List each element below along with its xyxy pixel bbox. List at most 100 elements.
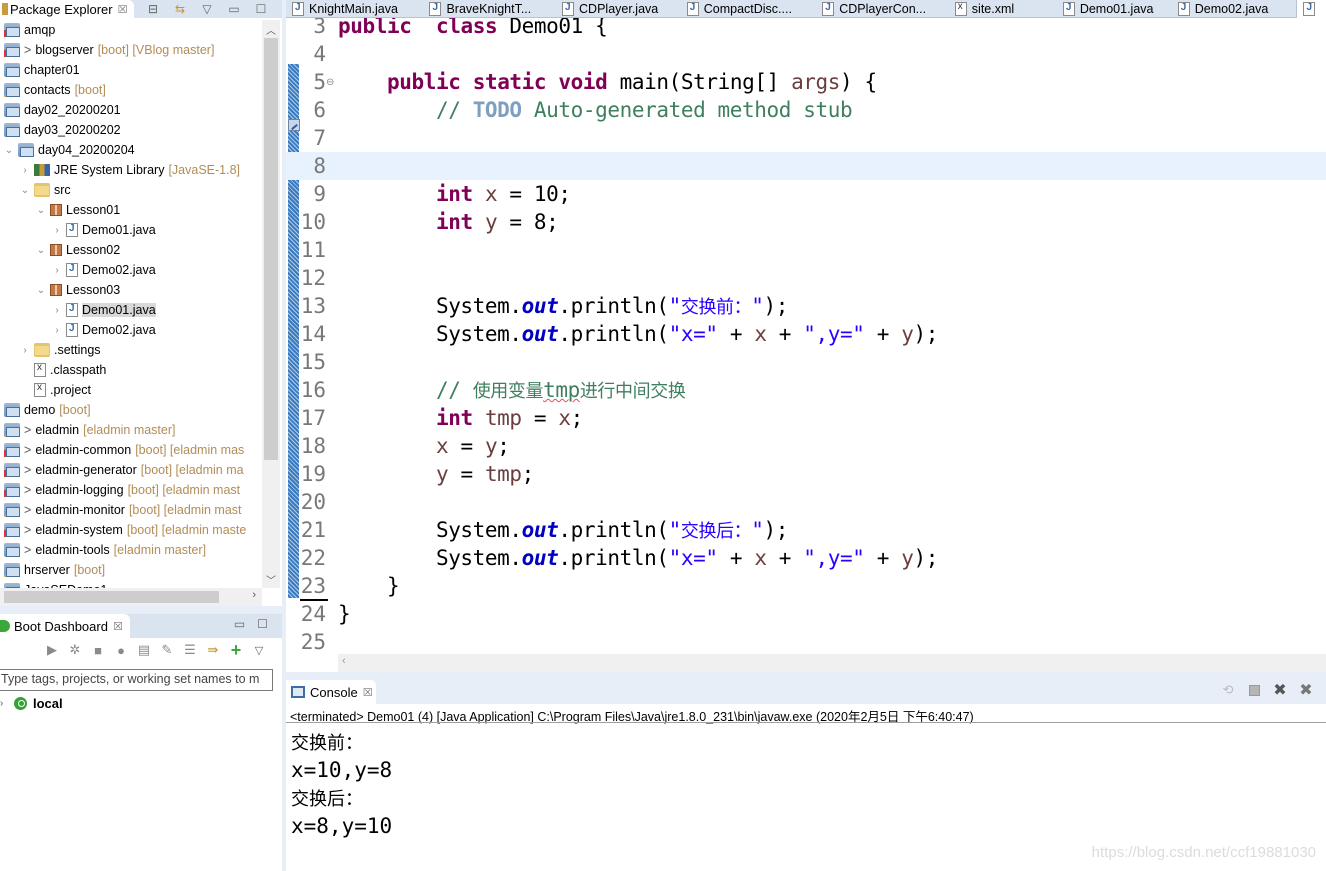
tree-item[interactable]: chapter01 — [4, 60, 80, 80]
tree-item[interactable]: ⌄ day04_20200204 — [4, 140, 135, 160]
chevron-right-icon[interactable]: › — [20, 345, 30, 356]
editor-tab[interactable]: CDPlayerCon... — [816, 0, 949, 18]
collapse-all-icon[interactable]: ⊟ — [146, 2, 160, 16]
editor-tab[interactable] — [1296, 0, 1326, 18]
tree-item[interactable]: contacts [boot] — [4, 80, 106, 100]
code-line[interactable]: 12 — [286, 264, 1326, 292]
editor-tab[interactable]: KnightMain.java — [286, 0, 423, 18]
tree-item[interactable]: ⌄ src — [20, 180, 71, 200]
tree-item[interactable]: ⌄ Lesson03 — [36, 280, 120, 300]
tree-item[interactable]: › Demo02.java — [52, 260, 156, 280]
tree-item[interactable]: demo [boot] — [4, 400, 91, 420]
tree-item[interactable]: > blogserver [boot] [VBlog master] — [4, 40, 214, 60]
editor-tab[interactable]: CompactDisc.... — [681, 0, 817, 18]
tree-item[interactable]: > eladmin-common [boot] [eladmin mas — [4, 440, 244, 460]
tree-item[interactable]: > eladmin-logging [boot] [eladmin mast — [4, 480, 240, 500]
tree-item[interactable]: > eladmin [eladmin master] — [4, 420, 176, 440]
remove-launch-icon[interactable]: ✖ — [1272, 682, 1288, 699]
code-line[interactable]: 5 ⊖ public static void main(String[] args… — [286, 68, 1326, 96]
editor-horizontal-scrollbar[interactable]: ‹ — [338, 654, 1326, 672]
properties-icon[interactable]: ☰ — [182, 642, 198, 658]
editor-tab[interactable]: CDPlayer.java — [556, 0, 681, 18]
editor-tab[interactable]: Demo01.java — [1057, 0, 1172, 18]
code-line[interactable]: 18 x = y; — [286, 432, 1326, 460]
chevron-right-icon[interactable]: › — [52, 325, 62, 336]
code-line[interactable]: 9 int x = 10; — [286, 180, 1326, 208]
scrollbar-thumb[interactable] — [264, 38, 278, 460]
code-line[interactable]: 17 int tmp = x; — [286, 404, 1326, 432]
code-area[interactable]: 3 public class Demo01 {4 5 ⊖ public static … — [286, 18, 1326, 654]
tree-item[interactable]: .classpath — [20, 360, 106, 380]
chevron-down-icon[interactable]: ⌄ — [36, 205, 46, 216]
expose-icon[interactable]: ⇛ — [205, 642, 221, 658]
code-line[interactable]: 21 System.out.println("交换后："); — [286, 516, 1326, 544]
vertical-scrollbar[interactable]: ︿ ﹀ — [262, 20, 280, 588]
start-icon[interactable]: ▶ — [44, 642, 60, 658]
code-line[interactable]: 16 // 使用变量tmp进行中间交换 — [286, 376, 1326, 404]
tree-item[interactable]: › Demo01.java — [52, 220, 156, 240]
code-line[interactable]: 19 y = tmp; — [286, 460, 1326, 488]
boot-dashboard-filter-input[interactable]: Type tags, projects, or working set name… — [0, 669, 273, 691]
horizontal-scrollbar[interactable]: › — [0, 588, 262, 606]
close-icon[interactable]: ☒ — [118, 3, 128, 16]
minimize-icon[interactable]: ▭ — [234, 617, 245, 631]
code-line[interactable]: 10 int y = 8; — [286, 208, 1326, 236]
code-line[interactable]: 13 System.out.println("交换前："); — [286, 292, 1326, 320]
chevron-down-icon[interactable]: ⌄ — [20, 185, 30, 196]
view-menu-icon[interactable]: ▽ — [251, 642, 267, 658]
code-line[interactable]: 14 System.out.println("x=" + x + ",y=" +… — [286, 320, 1326, 348]
chevron-right-icon[interactable]: › — [52, 305, 62, 316]
code-line[interactable]: 25 — [286, 628, 1326, 654]
chevron-down-icon[interactable]: ⌄ — [4, 145, 14, 156]
maximize-icon[interactable]: ☐ — [257, 617, 268, 631]
local-target[interactable]: › local — [0, 696, 63, 711]
chevron-right-icon[interactable]: › — [20, 165, 30, 176]
code-line[interactable]: 6 // TODO Auto-generated method stub — [286, 96, 1326, 124]
chevron-down-icon[interactable]: ⌄ — [36, 285, 46, 296]
stop-icon[interactable]: ■ — [90, 642, 106, 658]
tree-item[interactable]: › Demo01.java — [52, 300, 156, 320]
tree-item[interactable]: ⌄ Lesson01 — [36, 200, 120, 220]
remove-all-terminated-icon[interactable]: ✖ — [1298, 682, 1314, 699]
fold-toggle-icon[interactable]: ⊖ — [326, 77, 334, 88]
editor-tab[interactable]: Demo02.java — [1172, 0, 1297, 18]
scrollbar-thumb[interactable] — [4, 591, 219, 603]
code-line[interactable]: 3 public class Demo01 { — [286, 18, 1326, 40]
scroll-up-icon[interactable]: ︿ — [262, 22, 280, 38]
code-line[interactable]: 4 — [286, 40, 1326, 68]
tree-item[interactable]: amqp — [4, 20, 55, 40]
tree-item[interactable]: hrserver [boot] — [4, 560, 105, 580]
tree-item[interactable]: day03_20200202 — [4, 120, 121, 140]
editor-tab[interactable]: site.xml — [949, 0, 1057, 18]
editor-tab[interactable]: BraveKnightT... — [423, 0, 556, 18]
code-line[interactable]: 8 — [286, 152, 1326, 180]
pin-console-icon[interactable]: ⟲ — [1220, 682, 1236, 698]
console-icon[interactable]: ▤ — [136, 642, 152, 658]
minimize-icon[interactable]: ▭ — [227, 2, 241, 16]
tree-item[interactable]: > eladmin-monitor [boot] [eladmin mast — [4, 500, 242, 520]
close-icon[interactable]: ☒ — [113, 620, 123, 633]
link-with-editor-icon[interactable]: ⇆ — [173, 2, 187, 16]
boot-dashboard-tab[interactable]: Boot Dashboard ☒ — [0, 614, 130, 638]
chevron-down-icon[interactable]: ⌄ — [36, 245, 46, 256]
chevron-right-icon[interactable]: › — [52, 265, 62, 276]
scroll-right-icon[interactable]: › — [252, 589, 256, 601]
tree-item[interactable]: .project — [20, 380, 91, 400]
scroll-down-icon[interactable]: ﹀ — [262, 572, 280, 588]
tree-item[interactable]: › JRE System Library [JavaSE-1.8] — [20, 160, 240, 180]
code-line[interactable]: 15 — [286, 348, 1326, 376]
add-icon[interactable]: + — [228, 640, 244, 660]
open-browser-icon[interactable]: ● — [113, 642, 129, 658]
tree-item[interactable]: > eladmin-generator [boot] [eladmin ma — [4, 460, 244, 480]
expand-icon[interactable]: › — [0, 698, 10, 709]
code-line[interactable]: 11 — [286, 236, 1326, 264]
code-line[interactable]: 24} — [286, 600, 1326, 628]
tree-item[interactable]: JavaSEDemo1 — [4, 580, 107, 588]
view-menu-icon[interactable]: ▽ — [200, 2, 214, 16]
code-line[interactable]: 7 — [286, 124, 1326, 152]
code-line[interactable]: 20 — [286, 488, 1326, 516]
chevron-right-icon[interactable]: › — [52, 225, 62, 236]
console-tab[interactable]: Console ☒ — [286, 680, 376, 704]
tree-item[interactable]: day02_20200201 — [4, 100, 121, 120]
package-explorer-tab[interactable]: Package Explorer ☒ — [0, 0, 134, 18]
